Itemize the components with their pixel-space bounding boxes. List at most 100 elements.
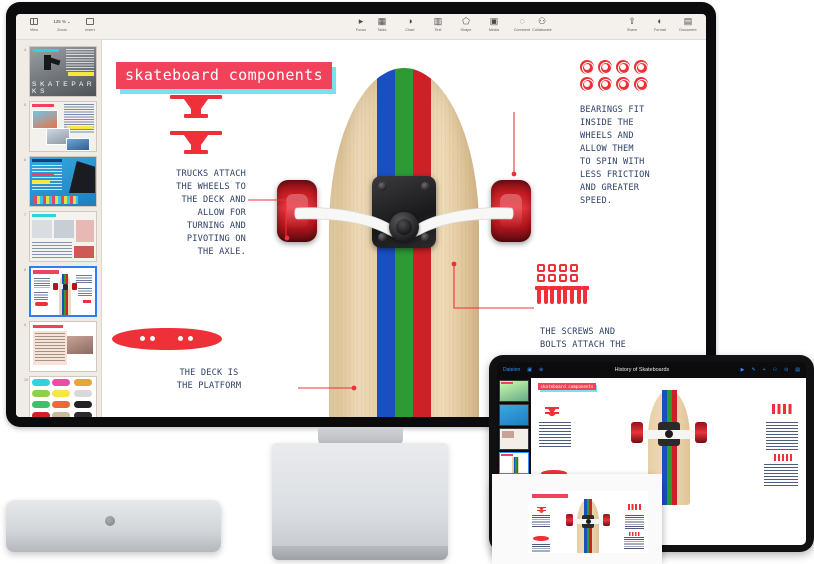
insert-button[interactable]: Insert: [80, 16, 100, 33]
bearing-icon: [580, 60, 594, 74]
page-thumbnail-skate-parks[interactable]: S K A T E P A R K S: [29, 46, 97, 97]
list-item[interactable]: 4 S K A T E P A R K S: [16, 44, 101, 99]
text-button-label: Text: [434, 28, 442, 32]
view-button[interactable]: View: [24, 16, 44, 33]
sidebar-icon: [30, 16, 38, 27]
format-button[interactable]: ◐ Format: [650, 16, 670, 33]
list-item[interactable]: 5: [16, 99, 101, 154]
text-button[interactable]: ▥ Text: [428, 16, 448, 33]
ipad-callout-screws: [764, 464, 798, 486]
bearing-icon: [634, 77, 648, 91]
page-thumbnail-components[interactable]: [29, 266, 97, 317]
callout-bearings: BEARINGS FIT INSIDE THE WHEELS AND ALLOW…: [580, 105, 650, 206]
chart-button[interactable]: ◑ Chart: [400, 16, 420, 33]
table-icon: ▦: [377, 16, 387, 26]
toolbar-object-group: ▦ Table ◑ Chart ▥ Text ⬠ Shape ▣ Media ◌…: [372, 16, 532, 33]
list-item[interactable]: [499, 404, 529, 426]
toolbar-center-group: ▸ Focus: [16, 16, 706, 33]
share-button[interactable]: ⇪ Share: [622, 16, 642, 33]
ipad-screw-icon-group: [774, 454, 792, 461]
insert-icon[interactable]: +: [763, 367, 766, 373]
page-thumbnail-blue-spread[interactable]: [29, 156, 97, 207]
deck-icon-group: [112, 328, 222, 350]
truck-icon: [170, 90, 222, 120]
format-icon: ◐: [657, 16, 663, 26]
brush-icon[interactable]: ✎: [751, 367, 755, 373]
comment-button[interactable]: ◌ Comment: [512, 16, 532, 33]
iphone-wheel-left: [566, 514, 573, 526]
list-item[interactable]: [499, 428, 529, 450]
screw-icon: [574, 286, 583, 304]
view-button-label: View: [29, 28, 39, 32]
list-item[interactable]: 8: [16, 264, 101, 319]
page-thumbnails-sidebar[interactable]: 4 S K A T E P A R K S 5 6 7 8 9 10: [16, 40, 102, 417]
page-thumbnail-board-grid[interactable]: [29, 376, 97, 417]
document-button[interactable]: ▤ Document: [678, 16, 698, 33]
bolt-icon: [421, 182, 430, 191]
ipad-back-button[interactable]: Dateien: [503, 367, 520, 373]
bolt-icon: [378, 182, 387, 191]
share-icon: ⇪: [628, 16, 636, 26]
truck-icon: [170, 126, 222, 156]
page-thumbnail-text-bedroom[interactable]: [29, 321, 97, 372]
list-item[interactable]: 7: [16, 209, 101, 264]
iphone-thumbnails-sidebar[interactable]: +: [492, 474, 662, 564]
iphone: Dokumente ⊕ ▶ ✎ + ⚇ ⊙ ▤: [492, 474, 662, 564]
screw-icon-group: [535, 264, 589, 304]
sidebar-icon[interactable]: ▣: [527, 367, 532, 373]
iphone-callout-screws: [624, 537, 644, 549]
zoom-control[interactable]: 125 % ⌄ Zoom: [52, 16, 72, 33]
list-item[interactable]: 9: [16, 319, 101, 374]
collaborate-button-label: Collaborate: [532, 28, 552, 32]
media-button-label: Media: [488, 28, 500, 32]
document-icon[interactable]: ▤: [795, 367, 800, 373]
collaborate-icon[interactable]: ⚇: [773, 367, 777, 373]
nut-icon: [559, 274, 567, 282]
document-title-banner[interactable]: skateboard components: [116, 62, 337, 94]
display-stand-base: [272, 443, 448, 560]
play-icon[interactable]: ▶: [741, 367, 745, 373]
more-icon[interactable]: ⊙: [784, 367, 788, 373]
chevron-down-icon: ⌄: [66, 18, 71, 24]
screw-row: [535, 286, 589, 304]
iphone-page: [528, 491, 648, 553]
list-item[interactable]: 6: [16, 154, 101, 209]
media-button[interactable]: ▣ Media: [484, 16, 504, 33]
ipad-callout-bearings: [766, 422, 798, 450]
focus-button[interactable]: ▸ Focus: [351, 16, 371, 33]
list-item[interactable]: [499, 452, 529, 474]
shape-button[interactable]: ⬠ Shape: [456, 16, 476, 33]
add-page-icon[interactable]: ⊕: [539, 367, 543, 373]
page-thumbnail-gallery[interactable]: [29, 211, 97, 262]
list-item[interactable]: [499, 380, 529, 402]
skateboard-illustration[interactable]: [277, 68, 531, 417]
ipad-callout-trucks: [539, 422, 571, 448]
iphone-document-canvas[interactable]: [520, 489, 656, 555]
table-button-label: Table: [377, 28, 387, 32]
truck-icon-group: [170, 90, 222, 156]
page-thumbnail-photos[interactable]: [29, 101, 97, 152]
ipad-document-title: History of Skateboards: [614, 367, 670, 373]
ipad-kingpin: [664, 430, 673, 438]
list-item[interactable]: 10: [16, 374, 101, 417]
document-button-label: Document: [679, 28, 697, 32]
collaborate-button[interactable]: ⚇ Collaborate: [532, 16, 552, 33]
nut-icon: [570, 264, 578, 272]
callout-trucks: TRUCKS ATTACH THE WHEELS TO THE DECK AND…: [176, 169, 246, 257]
nut-icon: [537, 274, 545, 282]
iphone-kingpin: [585, 519, 591, 524]
nut-row-1: [537, 264, 587, 272]
document-icon: ▤: [683, 16, 693, 26]
nut-icon: [548, 264, 556, 272]
nut-icon: [559, 264, 567, 272]
collaborate-icon: ⚇: [537, 16, 547, 26]
text-icon: ▥: [433, 16, 443, 26]
iphone-callout-trucks: [532, 515, 550, 528]
list-item[interactable]: [492, 474, 662, 564]
table-button[interactable]: ▦ Table: [372, 16, 392, 33]
zoom-value: 125 %: [53, 19, 66, 24]
bearing-icon: [598, 77, 612, 91]
bearing-icon: [616, 60, 630, 74]
callout-screws: THE SCREWS AND BOLTS ATTACH THE: [540, 327, 626, 350]
deck-icon: [112, 328, 222, 350]
